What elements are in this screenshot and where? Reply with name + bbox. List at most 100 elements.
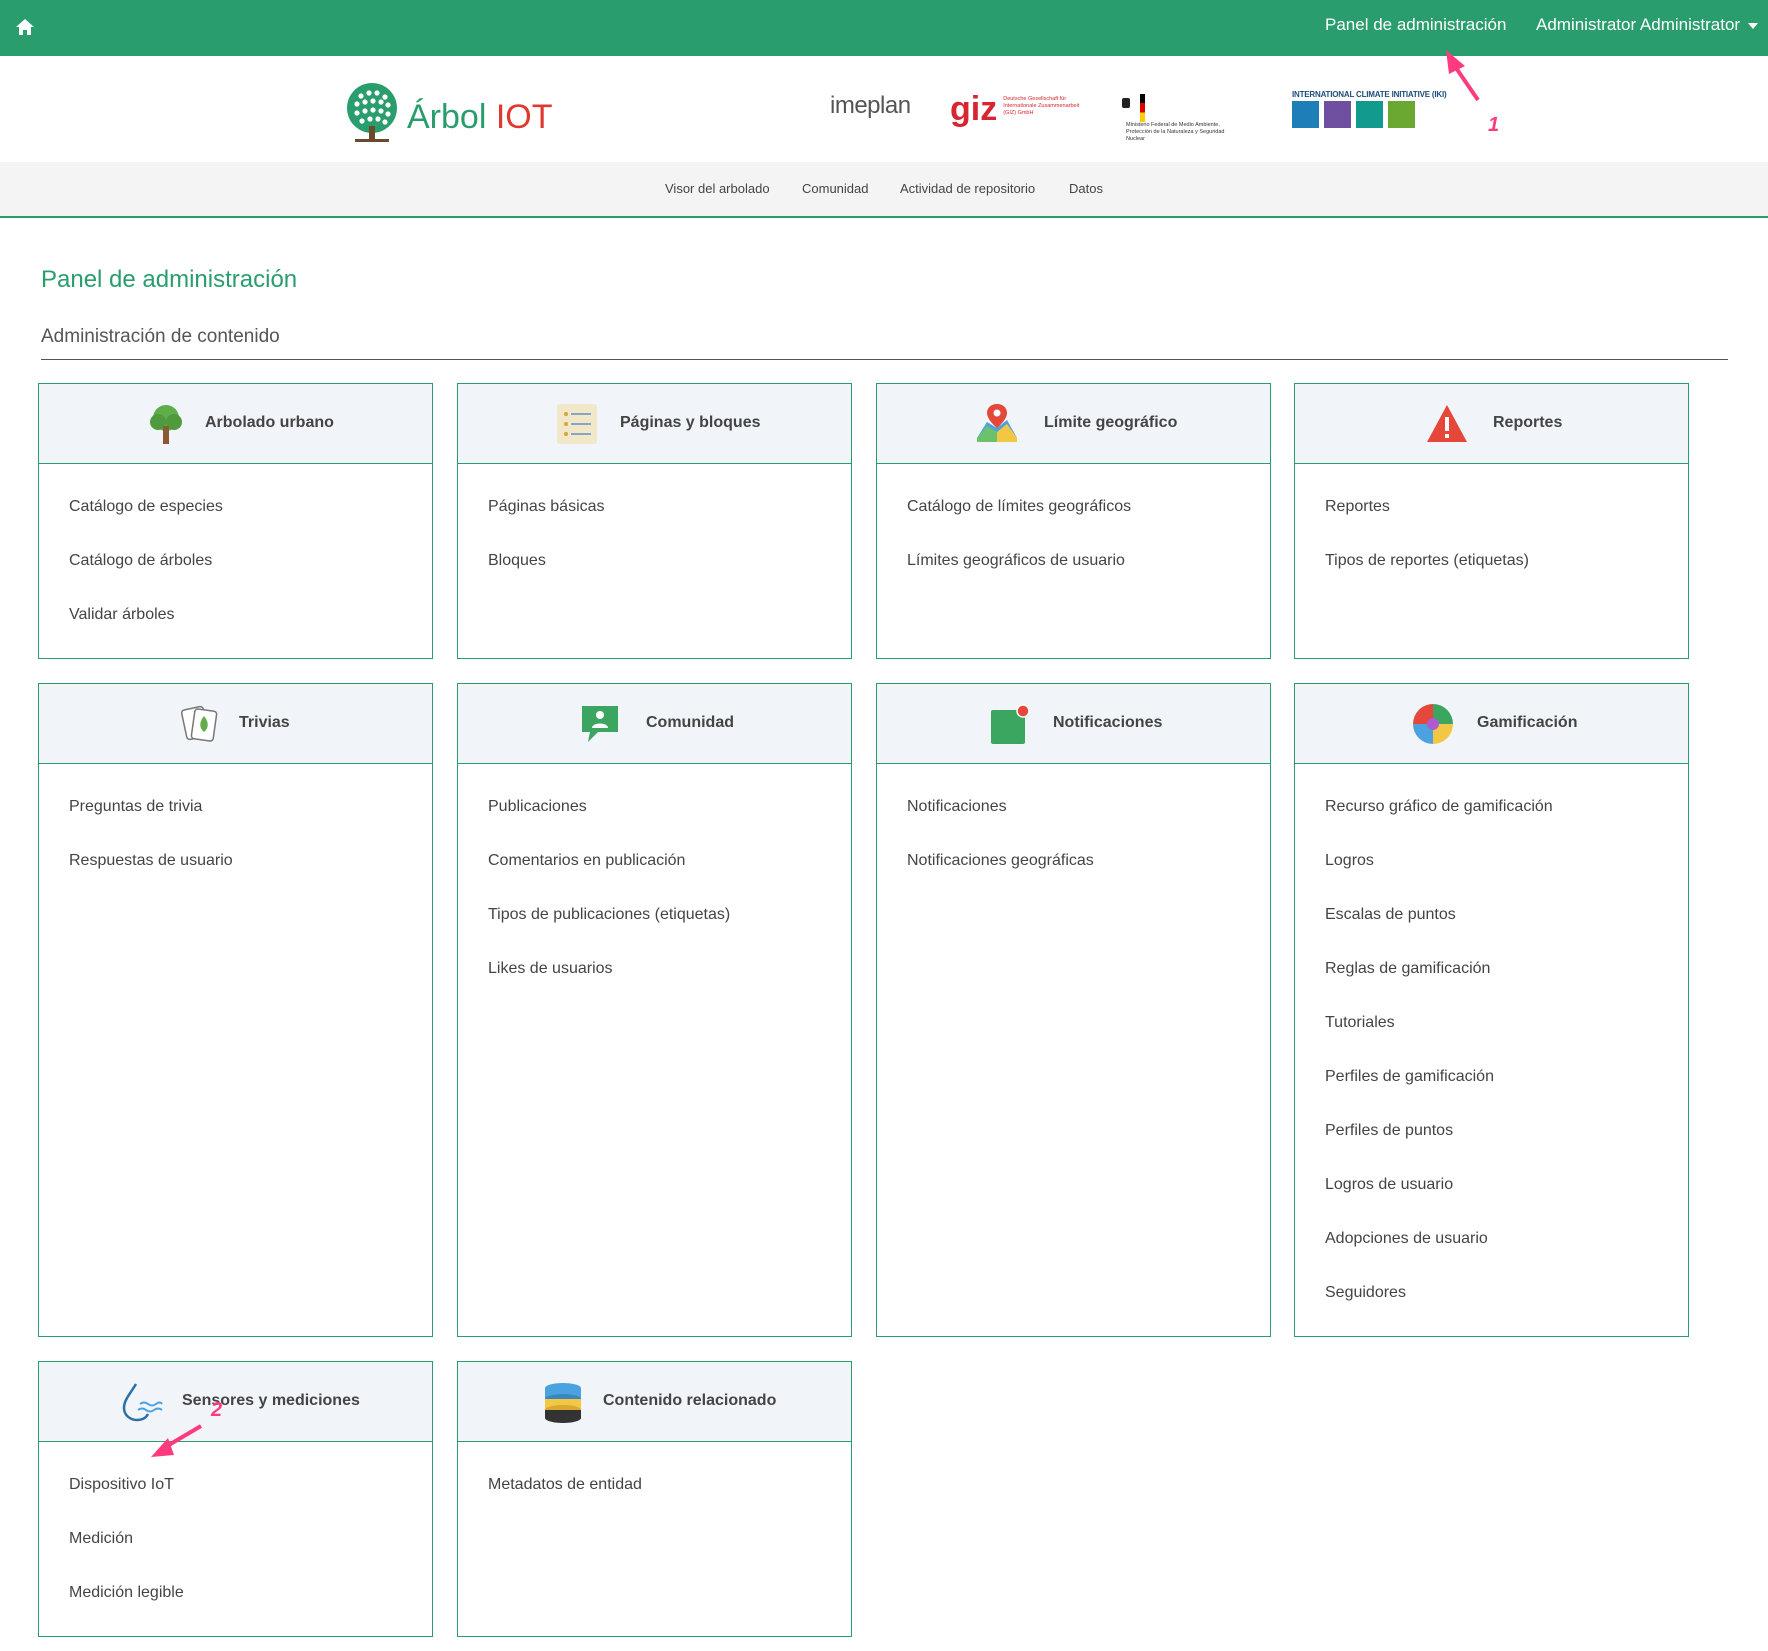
bmu-logo: Ministerio Federal de Medio Ambiente, Pr… xyxy=(1122,94,1252,143)
link-tutoriales[interactable]: Tutoriales xyxy=(1325,1013,1553,1067)
card-arbolado-urbano: Arbolado urbano Catálogo de especies Cat… xyxy=(38,383,433,659)
giz-logo: giz Deutsche Gesellschaft für Internation… xyxy=(950,90,1093,129)
link-seguidores[interactable]: Seguidores xyxy=(1325,1283,1553,1337)
arbol-iot-logo-icon[interactable] xyxy=(343,82,401,144)
nav-actividad-repositorio[interactable]: Actividad de repositorio xyxy=(900,181,1035,196)
card-item-list: Catálogo de límites geográficos Límites … xyxy=(907,497,1131,605)
card-title: Reportes xyxy=(1493,414,1563,431)
link-tipos-reportes[interactable]: Tipos de reportes (etiquetas) xyxy=(1325,551,1529,605)
brand-header: Árbol IOT imeplan giz Deutsche Gesellscha… xyxy=(0,56,1768,162)
link-paginas-basicas[interactable]: Páginas básicas xyxy=(488,497,605,551)
card-sensores-mediciones: Sensores y mediciones Dispositivo IoT Me… xyxy=(38,1361,433,1637)
link-logros-usuario[interactable]: Logros de usuario xyxy=(1325,1175,1553,1229)
link-likes-usuarios[interactable]: Likes de usuarios xyxy=(488,959,730,1013)
link-medicion[interactable]: Medición xyxy=(69,1529,184,1583)
link-perfiles-gamificacion[interactable]: Perfiles de gamificación xyxy=(1325,1067,1553,1121)
link-publicaciones[interactable]: Publicaciones xyxy=(488,797,730,851)
link-comentarios-publicacion[interactable]: Comentarios en publicación xyxy=(488,851,730,905)
card-header: Páginas y bloques xyxy=(458,384,851,464)
link-logros[interactable]: Logros xyxy=(1325,851,1553,905)
link-catalogo-limites[interactable]: Catálogo de límites geográficos xyxy=(907,497,1131,551)
section-title: Administración de contenido xyxy=(41,326,280,347)
link-reglas-gamificacion[interactable]: Reglas de gamificación xyxy=(1325,959,1553,1013)
puzzle-icon xyxy=(1411,702,1455,746)
link-medicion-legible[interactable]: Medición legible xyxy=(69,1583,184,1637)
card-comunidad: Comunidad Publicaciones Comentarios en p… xyxy=(457,683,852,1337)
card-item-list: Dispositivo IoT Medición Medición legibl… xyxy=(69,1475,184,1637)
card-title: Comunidad xyxy=(646,714,734,731)
annotation-label-2: 2 xyxy=(211,1399,223,1421)
card-title: Contenido relacionado xyxy=(603,1392,777,1409)
nav-visor-arbolado[interactable]: Visor del arbolado xyxy=(665,181,770,196)
card-header: Trivias xyxy=(39,684,432,764)
arbol-iot-logo-text: Árbol IOT xyxy=(407,98,553,137)
iki-logo-tiles xyxy=(1292,101,1418,128)
nav-datos[interactable]: Datos xyxy=(1069,181,1103,196)
nav-comunidad[interactable]: Comunidad xyxy=(802,181,869,196)
link-validar-arboles[interactable]: Validar árboles xyxy=(69,605,223,659)
page-title: Panel de administración xyxy=(41,266,298,293)
giz-logo-text: giz xyxy=(950,90,998,128)
map-pin-icon xyxy=(975,402,1019,446)
card-header: Arbolado urbano xyxy=(39,384,432,464)
chat-user-icon xyxy=(578,702,622,746)
link-tipos-publicaciones[interactable]: Tipos de publicaciones (etiquetas) xyxy=(488,905,730,959)
link-recurso-grafico[interactable]: Recurso gráfico de gamificación xyxy=(1325,797,1553,851)
iki-tile-icon xyxy=(1356,101,1383,128)
link-escalas-puntos[interactable]: Escalas de puntos xyxy=(1325,905,1553,959)
link-respuestas-usuario[interactable]: Respuestas de usuario xyxy=(69,851,233,905)
giz-logo-subtext: Deutsche Gesellschaft für Internationale… xyxy=(1003,96,1080,116)
card-reportes: Reportes Reportes Tipos de reportes (eti… xyxy=(1294,383,1689,659)
section-divider xyxy=(41,359,1728,360)
database-icon xyxy=(541,1380,585,1424)
link-catalogo-arboles[interactable]: Catálogo de árboles xyxy=(69,551,223,605)
card-item-list: Publicaciones Comentarios en publicación… xyxy=(488,797,730,1013)
list-icon xyxy=(555,402,599,446)
eagle-icon xyxy=(1122,98,1130,108)
iki-tile-icon xyxy=(1388,101,1415,128)
user-menu-dropdown[interactable]: Administrator Administrator xyxy=(1536,15,1759,35)
link-catalogo-especies[interactable]: Catálogo de especies xyxy=(69,497,223,551)
iki-logo: INTERNATIONAL CLIMATE INITIATIVE (IKI) xyxy=(1292,90,1447,128)
imeplan-logo: imeplan xyxy=(830,92,911,120)
link-perfiles-puntos[interactable]: Perfiles de puntos xyxy=(1325,1121,1553,1175)
link-bloques[interactable]: Bloques xyxy=(488,551,605,605)
link-preguntas-trivia[interactable]: Preguntas de trivia xyxy=(69,797,233,851)
card-item-list: Recurso gráfico de gamificación Logros E… xyxy=(1325,797,1553,1337)
bmu-logo-text: Ministerio Federal de Medio Ambiente, Pr… xyxy=(1126,122,1225,142)
link-dispositivo-iot[interactable]: Dispositivo IoT xyxy=(69,1475,184,1529)
home-icon[interactable] xyxy=(14,16,36,38)
card-title: Arbolado urbano xyxy=(205,414,334,431)
tree-icon xyxy=(144,402,188,446)
user-menu-label: Administrator Administrator xyxy=(1536,15,1741,34)
card-contenido-relacionado: Contenido relacionado Metadatos de entid… xyxy=(457,1361,852,1637)
card-header: Notificaciones xyxy=(877,684,1270,764)
german-flag-icon xyxy=(1140,94,1145,122)
imeplan-logo-text: imeplan xyxy=(830,92,911,119)
admin-panel-link[interactable]: Panel de administración xyxy=(1325,15,1506,35)
card-item-list: Páginas básicas Bloques xyxy=(488,497,605,605)
card-header: Contenido relacionado xyxy=(458,1362,851,1442)
card-header: Gamificación xyxy=(1295,684,1688,764)
card-item-list: Preguntas de trivia Respuestas de usuari… xyxy=(69,797,233,905)
top-navbar: Panel de administración Administrator Ad… xyxy=(0,0,1768,56)
iki-tile-icon xyxy=(1292,101,1319,128)
card-gamificacion: Gamificación Recurso gráfico de gamifica… xyxy=(1294,683,1689,1337)
logo-text-main: Árbol xyxy=(407,98,496,136)
main-nav: Visor del arbolado Comunidad Actividad d… xyxy=(0,162,1768,218)
card-title: Sensores y mediciones xyxy=(182,1392,360,1409)
link-limites-usuario[interactable]: Límites geográficos de usuario xyxy=(907,551,1131,605)
card-header: Límite geográfico xyxy=(877,384,1270,464)
card-title: Gamificación xyxy=(1477,714,1578,731)
card-trivias: Trivias Preguntas de trivia Respuestas d… xyxy=(38,683,433,1337)
link-notificaciones-geograficas[interactable]: Notificaciones geográficas xyxy=(907,851,1094,905)
link-adopciones-usuario[interactable]: Adopciones de usuario xyxy=(1325,1229,1553,1283)
link-notificaciones[interactable]: Notificaciones xyxy=(907,797,1094,851)
link-metadatos-entidad[interactable]: Metadatos de entidad xyxy=(488,1475,642,1529)
iki-logo-text: INTERNATIONAL CLIMATE INITIATIVE (IKI) xyxy=(1292,90,1447,99)
iki-tile-icon xyxy=(1324,101,1351,128)
card-item-list: Notificaciones Notificaciones geográfica… xyxy=(907,797,1094,905)
link-reportes[interactable]: Reportes xyxy=(1325,497,1529,551)
card-limite-geografico: Límite geográfico Catálogo de límites ge… xyxy=(876,383,1271,659)
warning-icon xyxy=(1425,402,1469,446)
